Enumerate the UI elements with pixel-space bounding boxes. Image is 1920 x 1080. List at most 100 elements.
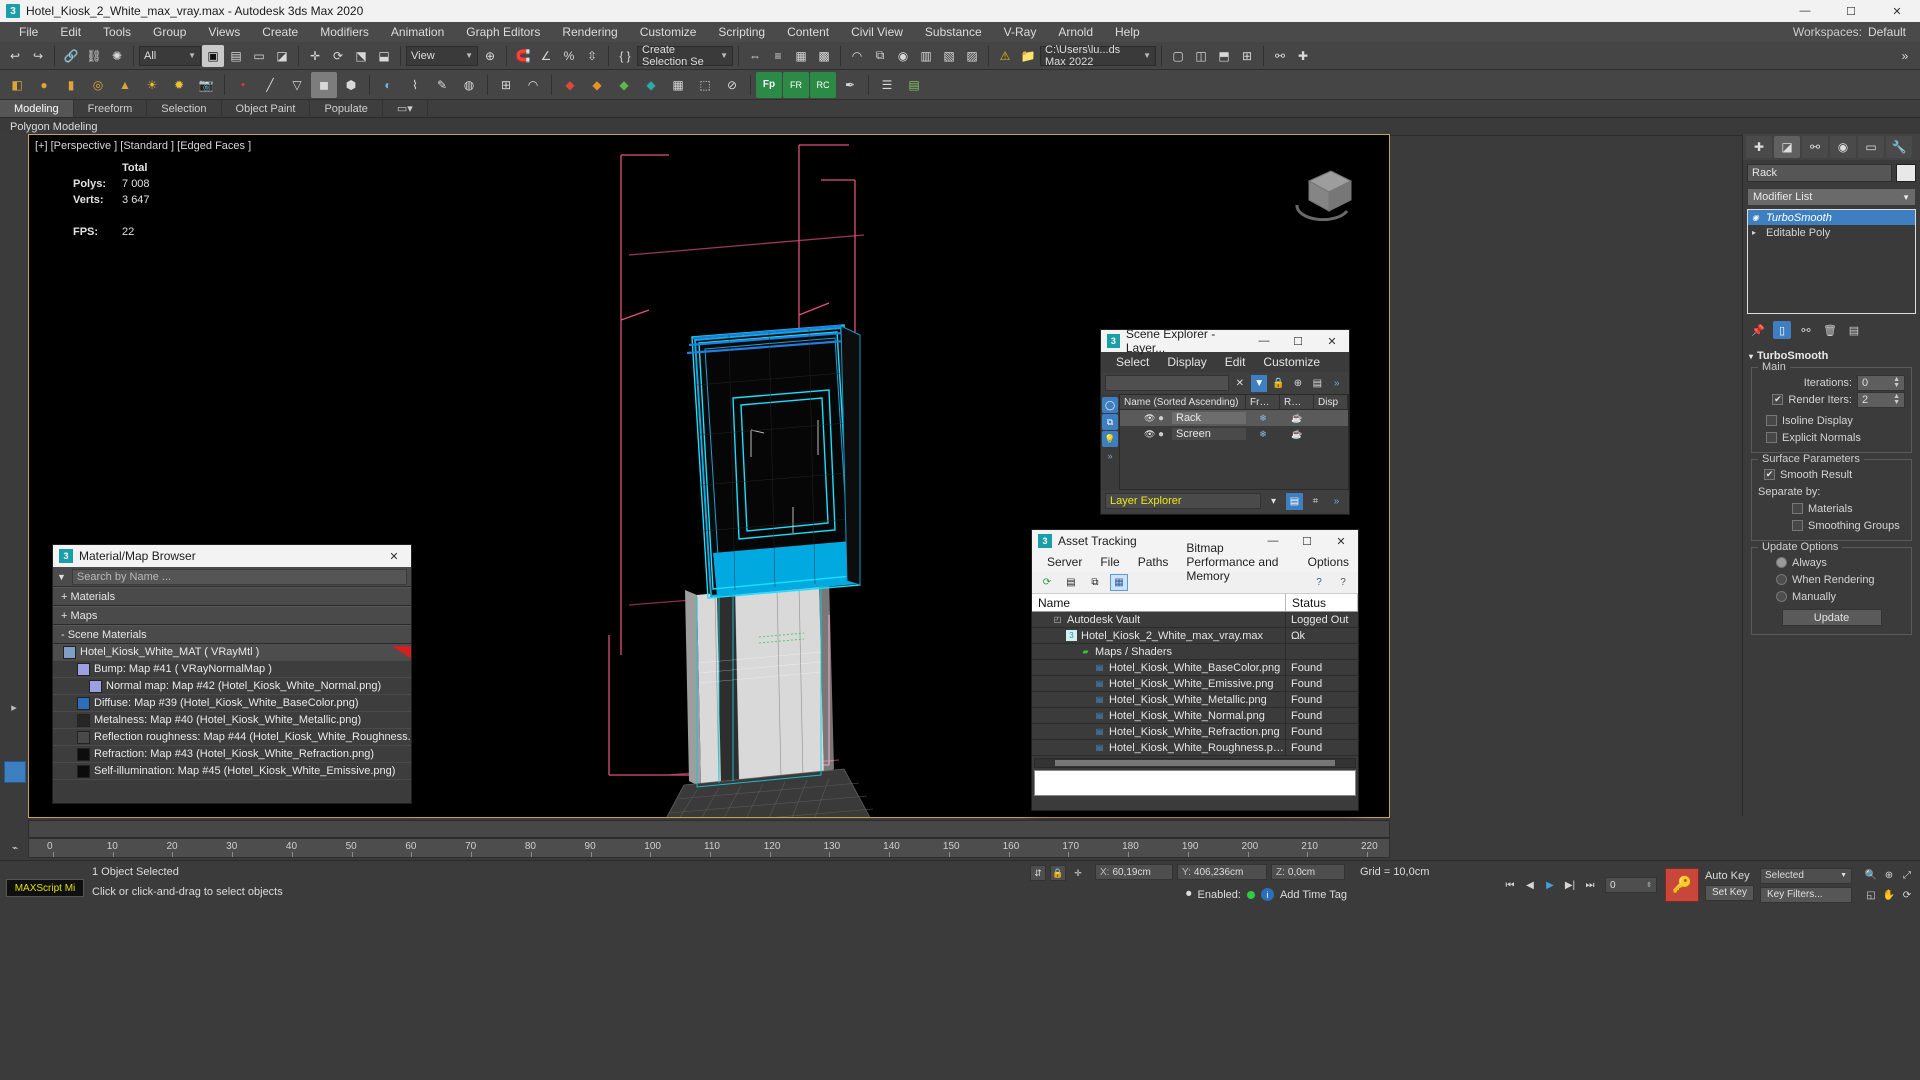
railclone-icon[interactable]: RC [810, 71, 836, 98]
asset-tracking-row[interactable]: ▰ Maps / Shaders [1032, 644, 1358, 660]
delete-modifier-icon[interactable]: 🗑 [1821, 321, 1839, 339]
scene-explorer-row[interactable]: 👁 ● Screen ❄ ☕ [1120, 426, 1348, 442]
asset-tracking-row[interactable]: ▤ Hotel_Kiosk_White_Refraction.png Found [1032, 724, 1358, 740]
materials-checkbox[interactable] [1792, 503, 1803, 514]
info-icon[interactable]: i [1260, 888, 1274, 901]
modifier-stack-item[interactable]: ▸ Editable Poly [1748, 225, 1915, 240]
workspaces-combo[interactable]: Default [1868, 25, 1906, 39]
menu-rendering[interactable]: Rendering [551, 22, 628, 42]
key-filters-button[interactable]: Key Filters... [1760, 886, 1852, 903]
previous-frame-icon[interactable]: ◀ [1521, 876, 1539, 894]
set-key-label[interactable]: Set Key [1704, 884, 1754, 901]
asset-tracking-footer-field[interactable] [1034, 770, 1356, 796]
material-group-header[interactable]: - Scene Materials [53, 625, 411, 644]
ribbon-overflow-icon[interactable]: ▭▾ [383, 100, 428, 117]
grid-view-icon[interactable]: ▤ [901, 72, 927, 98]
add-icon[interactable]: ✚ [1292, 45, 1314, 67]
coordinate-y[interactable]: Y: 406,236cm [1177, 864, 1267, 880]
go-to-end-icon[interactable]: ⏭ [1581, 876, 1599, 894]
menu-views[interactable]: Views [197, 22, 251, 42]
swift-loop-icon[interactable]: ◍ [456, 72, 482, 98]
material-tree-row[interactable]: Self-illumination: Map #45 (Hotel_Kiosk_… [53, 763, 411, 780]
field-of-view-icon[interactable]: ◱ [1862, 886, 1880, 904]
track-bar[interactable] [28, 820, 1390, 838]
checker-icon[interactable]: ⊘ [719, 72, 745, 98]
iterations-spinner[interactable]: 0 ▲ ▼ [1857, 374, 1905, 391]
material-tree-row[interactable]: Diffuse: Map #39 (Hotel_Kiosk_White_Base… [53, 695, 411, 712]
hierarchy-icon[interactable]: ⧉ [1086, 574, 1104, 591]
freeze-icon[interactable]: ❄ [1246, 413, 1280, 424]
scene-explorer-column-0[interactable]: Name (Sorted Ascending) ▲ [1120, 394, 1246, 423]
render-iters-checkbox[interactable] [1772, 394, 1784, 405]
refresh-icon[interactable]: ⟳ [1038, 574, 1056, 591]
select-and-place-icon[interactable]: ⬓ [373, 45, 395, 67]
use-pivot-center-icon[interactable]: ⊕ [479, 45, 501, 67]
reference-coordinate-combo[interactable]: View ▼ [406, 45, 478, 66]
render-setup-icon[interactable]: ▥ [915, 45, 937, 67]
layers-icon[interactable]: ▤ [1309, 375, 1325, 392]
filter-icon[interactable]: ▼ [1250, 374, 1268, 392]
coordinate-z[interactable]: Z: 0,0cm [1271, 864, 1345, 880]
select-all-icon[interactable]: ◯ [1102, 397, 1118, 413]
tab-motion[interactable]: ◉ [1830, 136, 1856, 158]
menu-help[interactable]: Help [1104, 22, 1151, 42]
auto-key-toggle-icon[interactable]: ⏺ [1186, 888, 1192, 901]
smooth-icon[interactable]: ◠ [520, 72, 546, 98]
material-browser-close-button[interactable]: ✕ [377, 545, 411, 567]
ribbon-tab-freeform[interactable]: Freeform [74, 100, 148, 117]
menu-graph-editors[interactable]: Graph Editors [455, 22, 551, 42]
ribbon-tab-populate[interactable]: Populate [310, 100, 383, 117]
tab-modify[interactable]: ◪ [1774, 136, 1800, 158]
asset-tracking-hscrollbar[interactable] [1034, 758, 1356, 768]
cone-primitive-icon[interactable]: ▲ [112, 72, 138, 98]
asset-tracking-row[interactable]: 3 Hotel_Kiosk_2_White_max_vray.max Ok [1032, 628, 1358, 644]
asset-tracking-menu-server[interactable]: Server [1038, 555, 1091, 569]
asset-tracking-row[interactable]: ▤ Hotel_Kiosk_White_Normal.png Found [1032, 708, 1358, 724]
asset-tracking-menu-options[interactable]: Options [1299, 555, 1358, 569]
current-frame-field[interactable]: 0 ⇳ [1604, 877, 1657, 893]
select-and-scale-icon[interactable]: ⬔ [350, 45, 372, 67]
subdivide-icon[interactable]: ⊞ [493, 72, 519, 98]
scene-explorer-icon[interactable]: ▩ [813, 45, 835, 67]
coordinate-x[interactable]: X: 60,19cm [1095, 864, 1173, 880]
asset-tracking-column-status[interactable]: Status [1286, 594, 1358, 611]
element-subobject-icon[interactable]: ⬢ [338, 72, 364, 98]
scene-explorer-search-input[interactable] [1105, 375, 1229, 391]
select-object-icon[interactable]: ▣ [202, 44, 224, 67]
scene-explorer-row[interactable]: 👁 ● Rack ❄ ☕ [1120, 410, 1348, 426]
visibility-eye-icon[interactable]: 👁 [1144, 413, 1158, 424]
spinner-arrows-icon[interactable]: ▲ ▼ [1893, 376, 1900, 389]
camera-icon[interactable]: 📷 [193, 72, 219, 98]
viewport-layout-1-icon[interactable]: ▢ [1167, 45, 1189, 67]
material-editor-icon[interactable]: ◉ [892, 45, 914, 67]
fp-button-icon[interactable]: Fp [756, 71, 782, 98]
scene-explorer-minimize-button[interactable]: — [1247, 330, 1281, 352]
isoline-display-checkbox[interactable] [1766, 415, 1777, 426]
viewport-label[interactable]: [+] [Perspective ] [Standard ] [Edged Fa… [35, 140, 251, 152]
material-orange-icon[interactable]: ◆ [584, 72, 610, 98]
menu-civil-view[interactable]: Civil View [840, 22, 914, 42]
unwrap-uvw-icon[interactable]: ⬚ [692, 72, 718, 98]
undo-icon[interactable]: ↩ [4, 45, 26, 67]
material-group-header[interactable]: + Materials [53, 587, 411, 606]
box-primitive-icon[interactable]: ◧ [4, 72, 30, 98]
ribbon-tab-modeling[interactable]: Modeling [0, 100, 74, 117]
percent-snap-icon[interactable]: % [558, 45, 580, 67]
explorer-mode-combo[interactable]: Layer Explorer [1105, 493, 1261, 509]
material-red-icon[interactable]: ◆ [557, 72, 583, 98]
selection-lock-icon[interactable]: 🔒 [1050, 865, 1066, 881]
spinner-arrows-icon[interactable]: ⇳ [1646, 881, 1652, 889]
border-subobject-icon[interactable]: ▽ [284, 72, 310, 98]
material-green-icon[interactable]: ◆ [611, 72, 637, 98]
absolute-relative-icon[interactable]: ⇵ [1030, 865, 1046, 881]
pin-stack-icon[interactable]: 📌 [1749, 321, 1767, 339]
scene-explorer-list[interactable]: Name (Sorted Ascending) ▲Fr…R…Disp 👁●Rac… [1119, 394, 1349, 490]
explicit-normals-checkbox[interactable] [1766, 432, 1777, 443]
select-by-name-icon[interactable]: ▤ [225, 45, 247, 67]
minimize-button[interactable]: — [1782, 0, 1828, 22]
graphite-modeling-icon[interactable]: ⌇ [402, 72, 428, 98]
update-button[interactable]: Update [1781, 609, 1882, 626]
select-and-move-icon[interactable]: ✛ [304, 45, 326, 67]
set-key-button[interactable]: 🔑 [1664, 868, 1699, 902]
align-icon[interactable]: ≡ [767, 45, 789, 67]
